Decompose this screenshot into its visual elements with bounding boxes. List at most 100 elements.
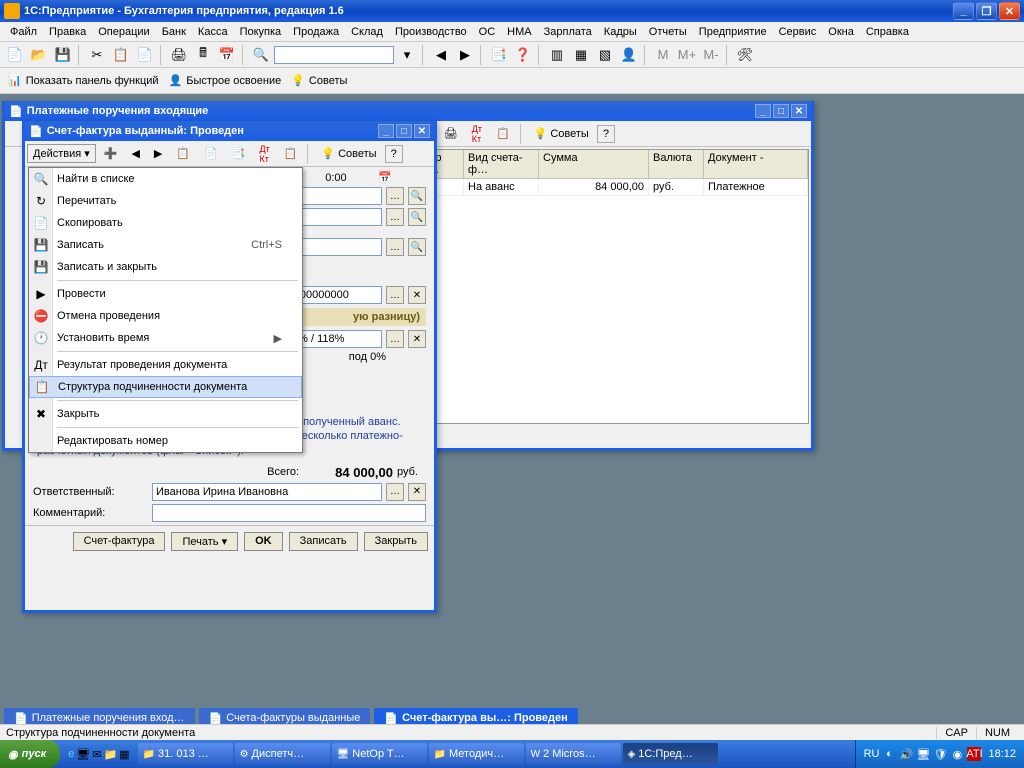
calendar-icon[interactable]: 📅: [216, 44, 238, 66]
find-icon[interactable]: 🔍: [250, 44, 272, 66]
bar3-icon[interactable]: ▧: [594, 44, 616, 66]
ql-ie-icon[interactable]: e: [68, 748, 74, 761]
num-open-button[interactable]: …: [386, 286, 404, 304]
inv-i7[interactable]: 📋: [278, 144, 304, 163]
time-field[interactable]: 0:00: [325, 172, 375, 184]
menu-item-7[interactable]: ⛔Отмена проведения: [29, 305, 302, 327]
menu-buy[interactable]: Покупка: [234, 24, 288, 40]
quick-button[interactable]: 👤 Быстрое освоение: [165, 72, 286, 89]
rate-clear-button[interactable]: ✕: [408, 330, 426, 348]
maximize-button[interactable]: ❐: [976, 2, 997, 20]
task-1[interactable]: 📁 31. 013 …: [138, 743, 233, 765]
menu-item-3[interactable]: 💾ЗаписатьCtrl+S: [29, 234, 302, 256]
close-form-button[interactable]: Закрыть: [364, 532, 428, 551]
inv-i4[interactable]: 📋: [170, 144, 196, 163]
menu-sell[interactable]: Продажа: [287, 24, 345, 40]
minimize-button[interactable]: _: [953, 2, 974, 20]
menu-item-10[interactable]: ДтРезультат проведения документа: [29, 354, 302, 376]
tray-2-icon[interactable]: 🔊: [899, 747, 913, 761]
resp-open-button[interactable]: …: [386, 483, 404, 501]
tray-6-icon[interactable]: ATI: [967, 747, 981, 761]
cut-icon[interactable]: ✂: [86, 44, 108, 66]
org-field[interactable]: [302, 187, 382, 205]
time-cal-button[interactable]: 📅: [378, 171, 392, 184]
inv-i6[interactable]: 📑: [226, 144, 252, 163]
menu-bank[interactable]: Банк: [156, 24, 192, 40]
inv-help[interactable]: ?: [385, 145, 403, 163]
payments-close-button[interactable]: ✕: [791, 104, 807, 118]
ql-desktop-icon[interactable]: 🖥: [76, 748, 90, 761]
print-button[interactable]: Печать ▾: [171, 532, 238, 551]
pay-dtkt[interactable]: ДтКт: [466, 121, 488, 147]
menu-sklad[interactable]: Склад: [345, 24, 389, 40]
partner-search-button[interactable]: 🔍: [408, 208, 426, 226]
menu-file[interactable]: Файл: [4, 24, 43, 40]
save-button[interactable]: Записать: [289, 532, 358, 551]
partner-open-button[interactable]: …: [386, 208, 404, 226]
calc-icon[interactable]: 🖩: [192, 44, 214, 66]
menu-reports[interactable]: Отчеты: [643, 24, 693, 40]
menu-item-2[interactable]: 📄Скопировать: [29, 212, 302, 234]
bar1-icon[interactable]: ▥: [546, 44, 568, 66]
inv-i5[interactable]: 📄: [198, 144, 224, 163]
bar2-icon[interactable]: ▦: [570, 44, 592, 66]
resp-field[interactable]: Иванова Ирина Ивановна: [152, 483, 382, 501]
payments-max-button[interactable]: □: [773, 104, 789, 118]
payments-min-button[interactable]: _: [755, 104, 771, 118]
pay-help[interactable]: ?: [597, 125, 615, 143]
user-icon[interactable]: 👤: [618, 44, 640, 66]
menu-service[interactable]: Сервис: [773, 24, 823, 40]
save-icon[interactable]: 💾: [52, 44, 74, 66]
search-input[interactable]: [274, 46, 394, 64]
ql-app-icon[interactable]: ▦: [119, 748, 129, 761]
task-6[interactable]: ◈ 1С:Пред…: [623, 743, 718, 765]
task-2[interactable]: ⚙ Диспетч…: [235, 743, 330, 765]
lang-indicator[interactable]: RU: [864, 748, 880, 760]
ql-folder-icon[interactable]: 📁: [103, 748, 117, 761]
pay-tips[interactable]: 💡 Советы: [528, 124, 595, 143]
menu-os[interactable]: ОС: [473, 24, 502, 40]
find-next-icon[interactable]: ▾: [396, 44, 418, 66]
tools-icon[interactable]: 🛠: [734, 44, 756, 66]
payments-titlebar[interactable]: 📄 Платежные поручения входящие _ □ ✕: [5, 101, 811, 121]
contract-search-button[interactable]: 🔍: [408, 238, 426, 256]
menu-help[interactable]: Справка: [860, 24, 915, 40]
contract-open-button[interactable]: …: [386, 238, 404, 256]
invoice-actions-button[interactable]: Действия ▾: [27, 144, 96, 163]
tray-1-icon[interactable]: ◐: [882, 747, 896, 761]
close-button[interactable]: ✕: [999, 2, 1020, 20]
pay-i2[interactable]: 🖨: [438, 124, 464, 143]
panel-funcs-button[interactable]: 📊 Показать панель функций: [4, 72, 163, 89]
col-currency[interactable]: Валюта: [649, 150, 704, 178]
menu-item-13[interactable]: ✖Закрыть: [29, 403, 302, 425]
col-doc[interactable]: Документ -: [704, 150, 808, 178]
menu-item-11[interactable]: 📋Структура подчиненности документа: [29, 376, 302, 398]
partner-field[interactable]: [302, 208, 382, 226]
help-icon[interactable]: ❓: [512, 44, 534, 66]
contract-field[interactable]: [302, 238, 382, 256]
inv-i1[interactable]: ➕: [98, 144, 124, 163]
sf-button[interactable]: Счет-фактура: [73, 532, 166, 551]
comment-field[interactable]: [152, 504, 426, 522]
paste-icon[interactable]: 📄: [134, 44, 156, 66]
menu-kadry[interactable]: Кадры: [598, 24, 643, 40]
inv-dtkt[interactable]: ДтКт: [253, 141, 275, 167]
menu-item-0[interactable]: 🔍Найти в списке: [29, 168, 302, 190]
resp-clear-button[interactable]: ✕: [408, 483, 426, 501]
m-icon[interactable]: M: [652, 44, 674, 66]
inv-tips[interactable]: 💡 Советы: [315, 144, 382, 163]
mplus-icon[interactable]: M+: [676, 44, 698, 66]
menu-nma[interactable]: НМА: [501, 24, 537, 40]
col-type[interactable]: Вид счета-ф…: [464, 150, 539, 178]
menu-item-1[interactable]: ↻Перечитать: [29, 190, 302, 212]
start-button[interactable]: ◉ пуск: [0, 740, 60, 768]
ok-button[interactable]: OK: [244, 532, 283, 551]
nav1-icon[interactable]: ◀: [430, 44, 452, 66]
payments-grid[interactable]: Договор контр… Вид счета-ф… Сумма Валюта…: [395, 149, 809, 424]
menu-item-8[interactable]: 🕐Установить время▶: [29, 327, 302, 349]
inv-i2[interactable]: ◀: [125, 144, 145, 163]
tray-3-icon[interactable]: 🖥: [916, 747, 930, 761]
copydoc-icon[interactable]: 📑: [488, 44, 510, 66]
menu-edit[interactable]: Правка: [43, 24, 92, 40]
menu-salary[interactable]: Зарплата: [538, 24, 598, 40]
